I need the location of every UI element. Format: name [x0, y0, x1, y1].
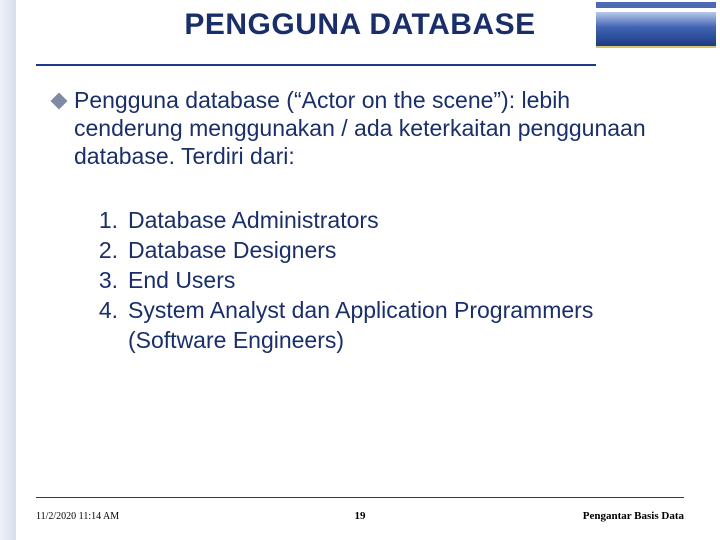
left-margin-decoration [0, 0, 16, 540]
list-number: 1. [94, 206, 128, 236]
list-item: 4. System Analyst dan Application Progra… [94, 296, 670, 356]
slide-body: Pengguna database (“Actor on the scene”)… [50, 86, 670, 356]
list-item: 1. Database Administrators [94, 206, 670, 236]
list-text: End Users [128, 266, 670, 296]
list-item: 3. End Users [94, 266, 670, 296]
top-right-decoration [596, 2, 716, 57]
decoration-cap [596, 2, 716, 8]
list-number: 4. [94, 296, 128, 356]
bullet-text: Pengguna database (“Actor on the scene”)… [74, 86, 670, 170]
diamond-icon [50, 92, 68, 110]
ordered-list: 1. Database Administrators 2. Database D… [94, 206, 670, 355]
list-text: System Analyst dan Application Programme… [128, 296, 670, 356]
list-item: 2. Database Designers [94, 236, 670, 266]
list-text: Database Designers [128, 236, 670, 266]
list-text: Database Administrators [128, 206, 670, 236]
slide: PENGGUNA DATABASE Pengguna database (“Ac… [0, 0, 720, 540]
decoration-band [596, 12, 716, 48]
bullet-row: Pengguna database (“Actor on the scene”)… [50, 86, 670, 170]
list-number: 3. [94, 266, 128, 296]
footer: 11/2/2020 11:14 AM 19 Pengantar Basis Da… [36, 510, 684, 522]
title-underline [36, 64, 596, 66]
footer-page-number: 19 [36, 510, 684, 522]
footer-rule [36, 497, 684, 498]
list-number: 2. [94, 236, 128, 266]
